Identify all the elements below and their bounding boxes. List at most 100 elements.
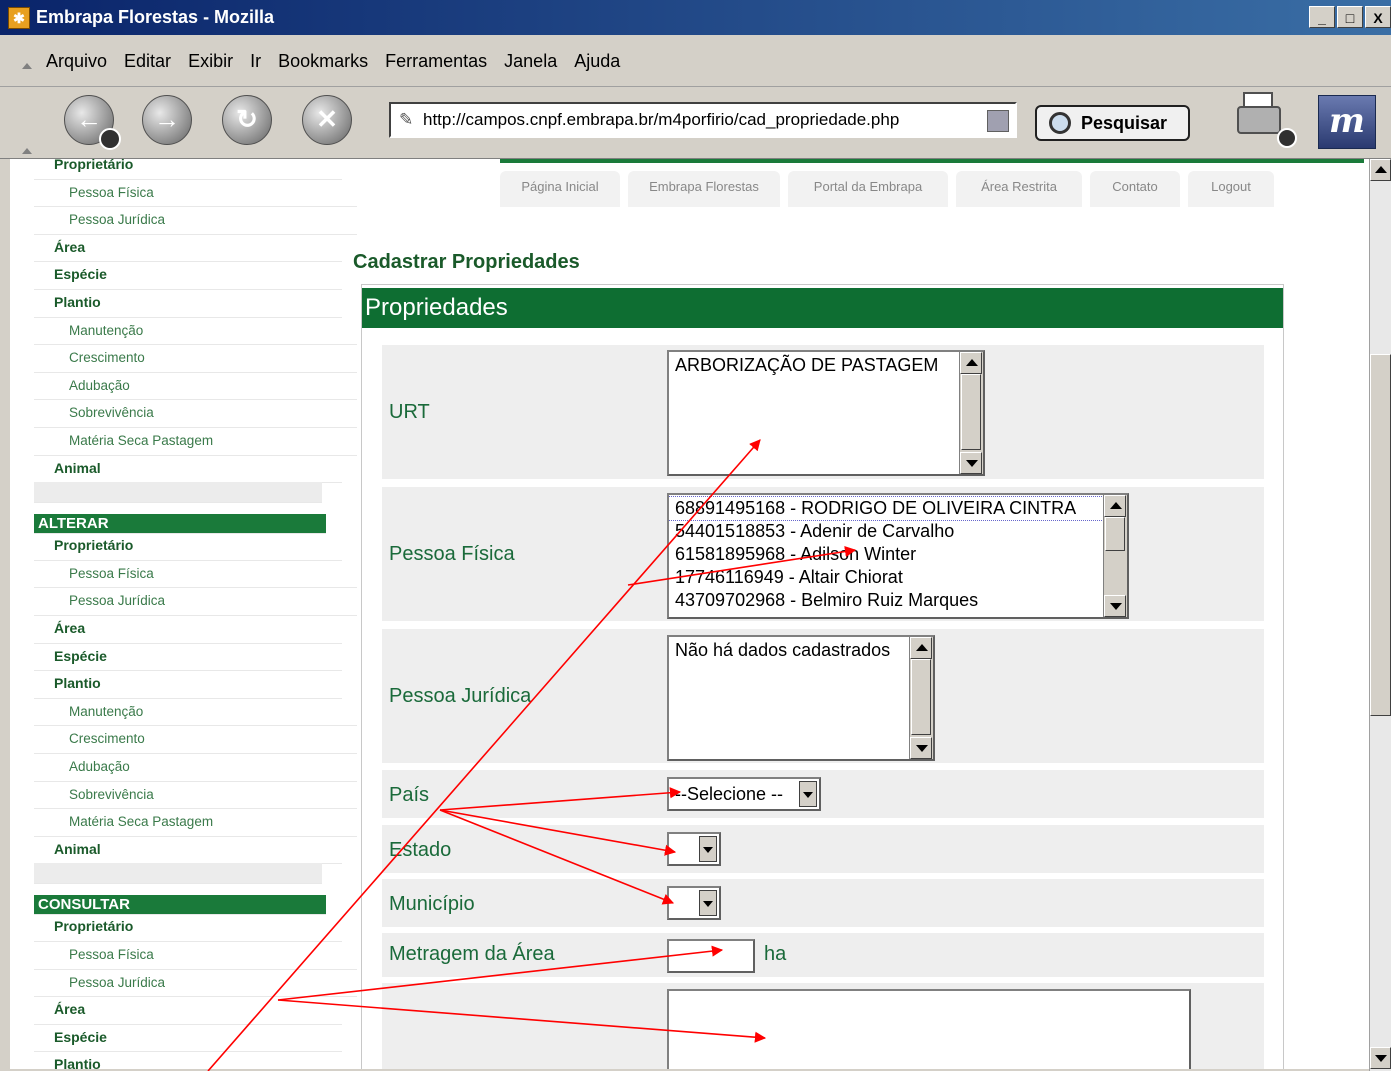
scroll-down-icon[interactable] xyxy=(1370,1047,1391,1069)
pessoa-juridica-scrollbar[interactable] xyxy=(909,637,933,759)
menu-editar[interactable]: Editar xyxy=(124,51,171,72)
estado-select[interactable] xyxy=(667,832,721,866)
stop-icon[interactable]: ✕ xyxy=(302,95,352,145)
row-pais: País --Selecione -- xyxy=(382,770,1264,818)
url-bar[interactable]: ✎ http://campos.cnpf.embrapa.br/m4porfir… xyxy=(389,102,1017,138)
scroll-thumb[interactable] xyxy=(1370,354,1391,716)
sidebar-item-adubacao[interactable]: Adubação xyxy=(34,372,357,401)
forward-icon[interactable]: → xyxy=(142,95,192,145)
back-icon[interactable]: ← xyxy=(64,95,121,150)
pessoa-fisica-listbox[interactable]: 68891495168 - RODRIGO DE OLIVEIRA CINTRA… xyxy=(667,493,1129,619)
pessoa-juridica-listbox[interactable]: Não há dados cadastrados xyxy=(667,635,935,761)
menu-items: Arquivo Editar Exibir Ir Bookmarks Ferra… xyxy=(46,51,637,72)
sidebar-item-pessoa-juridica[interactable]: Pessoa Jurídica xyxy=(34,969,357,998)
menu-bookmarks[interactable]: Bookmarks xyxy=(278,51,368,72)
tab-logout[interactable]: Logout xyxy=(1188,171,1274,207)
menu-janela[interactable]: Janela xyxy=(504,51,557,72)
list-item[interactable]: 61581895968 - Adilson Winter xyxy=(669,543,1127,566)
sidebar-item-pessoa-fisica[interactable]: Pessoa Física xyxy=(34,560,357,589)
row-urt: URT ARBORIZAÇÃO DE PASTAGEM xyxy=(382,345,1264,479)
sidebar-item-pessoa-juridica[interactable]: Pessoa Jurídica xyxy=(34,206,357,235)
sidebar-item-materia-seca-pastagem[interactable]: Matéria Seca Pastagem xyxy=(34,808,357,837)
observation-textarea[interactable] xyxy=(667,989,1191,1069)
chevron-down-icon[interactable] xyxy=(699,836,717,862)
sidebar-item-pessoa-fisica[interactable]: Pessoa Física xyxy=(34,941,357,970)
scroll-thumb[interactable] xyxy=(1105,517,1125,551)
maximize-button[interactable]: □ xyxy=(1337,6,1363,28)
sidebar-item-plantio[interactable]: Plantio xyxy=(34,289,342,318)
label-metragem: Metragem da Área xyxy=(389,943,555,965)
sidebar-item-pessoa-fisica[interactable]: Pessoa Física xyxy=(34,179,357,208)
url-dropdown-icon[interactable] xyxy=(987,110,1009,132)
scroll-thumb[interactable] xyxy=(911,659,931,735)
menu-ajuda[interactable]: Ajuda xyxy=(574,51,620,72)
sidebar-item-proprietario[interactable]: Proprietário xyxy=(34,159,342,180)
sidebar-item-manutencao[interactable]: Manutenção xyxy=(34,698,357,727)
scroll-down-icon[interactable] xyxy=(910,737,932,759)
sidebar-item-adubacao[interactable]: Adubação xyxy=(34,753,357,782)
pessoa-fisica-scrollbar[interactable] xyxy=(1103,495,1127,617)
chevron-down-icon[interactable] xyxy=(699,890,717,916)
list-item[interactable]: 43709702968 - Belmiro Ruiz Marques xyxy=(669,589,1127,612)
sidebar-item-sobrevivencia[interactable]: Sobrevivência xyxy=(34,781,357,810)
label-pessoa-fisica: Pessoa Física xyxy=(389,543,515,565)
close-button[interactable]: X xyxy=(1365,6,1391,28)
sidebar-item-especie[interactable]: Espécie xyxy=(34,643,342,672)
sidebar-item-animal[interactable]: Animal xyxy=(34,836,342,865)
sidebar-item-area[interactable]: Área xyxy=(34,234,342,263)
sidebar-item-especie[interactable]: Espécie xyxy=(34,261,342,290)
sidebar-item-especie[interactable]: Espécie xyxy=(34,1024,342,1053)
sidebar-item-plantio[interactable]: Plantio xyxy=(34,1051,342,1069)
tab-embrapa-florestas[interactable]: Embrapa Florestas xyxy=(628,171,780,207)
back-dropdown-icon[interactable] xyxy=(99,128,121,150)
sidebar-item-materia-seca-pastagem[interactable]: Matéria Seca Pastagem xyxy=(34,427,357,456)
sidebar-item-area[interactable]: Área xyxy=(34,996,342,1025)
sidebar-item-crescimento[interactable]: Crescimento xyxy=(34,344,357,373)
chevron-down-icon[interactable] xyxy=(799,781,817,807)
list-item[interactable]: 17746116949 - Altair Chiorat xyxy=(669,566,1127,589)
sidebar-item-area[interactable]: Área xyxy=(34,615,342,644)
sidebar-item-pessoa-juridica[interactable]: Pessoa Jurídica xyxy=(34,587,357,616)
menu-exibir[interactable]: Exibir xyxy=(188,51,233,72)
tab-portal-embrapa[interactable]: Portal da Embrapa xyxy=(788,171,948,207)
sidebar-item-plantio[interactable]: Plantio xyxy=(34,670,342,699)
menu-ferramentas[interactable]: Ferramentas xyxy=(385,51,487,72)
sidebar-item-crescimento[interactable]: Crescimento xyxy=(34,725,357,754)
scroll-thumb[interactable] xyxy=(961,374,981,450)
municipio-select[interactable] xyxy=(667,886,721,920)
search-button[interactable]: Pesquisar xyxy=(1035,105,1190,141)
pais-select[interactable]: --Selecione -- xyxy=(667,777,821,811)
sidebar-item-proprietario[interactable]: Proprietário xyxy=(34,913,342,942)
sidebar-item-proprietario[interactable]: Proprietário xyxy=(34,532,342,561)
tab-pagina-inicial[interactable]: Página Inicial xyxy=(500,171,620,207)
print-icon[interactable] xyxy=(1233,92,1297,148)
list-item[interactable]: ARBORIZAÇÃO DE PASTAGEM xyxy=(669,354,983,377)
minimize-button[interactable]: _ xyxy=(1309,6,1335,28)
list-item[interactable]: 68891495168 - RODRIGO DE OLIVEIRA CINTRA xyxy=(669,496,1127,521)
metragem-input[interactable] xyxy=(667,939,755,973)
sidebar-item-animal[interactable]: Animal xyxy=(34,455,342,484)
scroll-up-icon[interactable] xyxy=(1104,495,1126,517)
toolbar-collapse-icon[interactable] xyxy=(22,148,32,154)
urt-listbox[interactable]: ARBORIZAÇÃO DE PASTAGEM xyxy=(667,350,985,476)
page-scrollbar[interactable] xyxy=(1369,159,1391,1071)
scroll-down-icon[interactable] xyxy=(960,452,982,474)
label-pessoa-juridica: Pessoa Jurídica xyxy=(389,685,532,707)
sidebar-item-manutencao[interactable]: Manutenção xyxy=(34,317,357,346)
window-title: Embrapa Florestas - Mozilla xyxy=(36,7,275,27)
reload-icon[interactable]: ↻ xyxy=(222,95,272,145)
scroll-up-icon[interactable] xyxy=(910,637,932,659)
scroll-up-icon[interactable] xyxy=(960,352,982,374)
scroll-up-icon[interactable] xyxy=(1370,159,1391,181)
menu-ir[interactable]: Ir xyxy=(250,51,261,72)
print-dropdown-icon[interactable] xyxy=(1277,128,1297,148)
list-item[interactable]: Não há dados cadastrados xyxy=(669,639,933,662)
menubar-collapse-icon[interactable] xyxy=(22,63,32,69)
scroll-down-icon[interactable] xyxy=(1104,595,1126,617)
tab-contato[interactable]: Contato xyxy=(1090,171,1180,207)
list-item[interactable]: 54401518853 - Adenir de Carvalho xyxy=(669,520,1127,543)
tab-area-restrita[interactable]: Área Restrita xyxy=(956,171,1082,207)
menu-arquivo[interactable]: Arquivo xyxy=(46,51,107,72)
sidebar-item-sobrevivencia[interactable]: Sobrevivência xyxy=(34,399,357,428)
urt-scrollbar[interactable] xyxy=(959,352,983,474)
